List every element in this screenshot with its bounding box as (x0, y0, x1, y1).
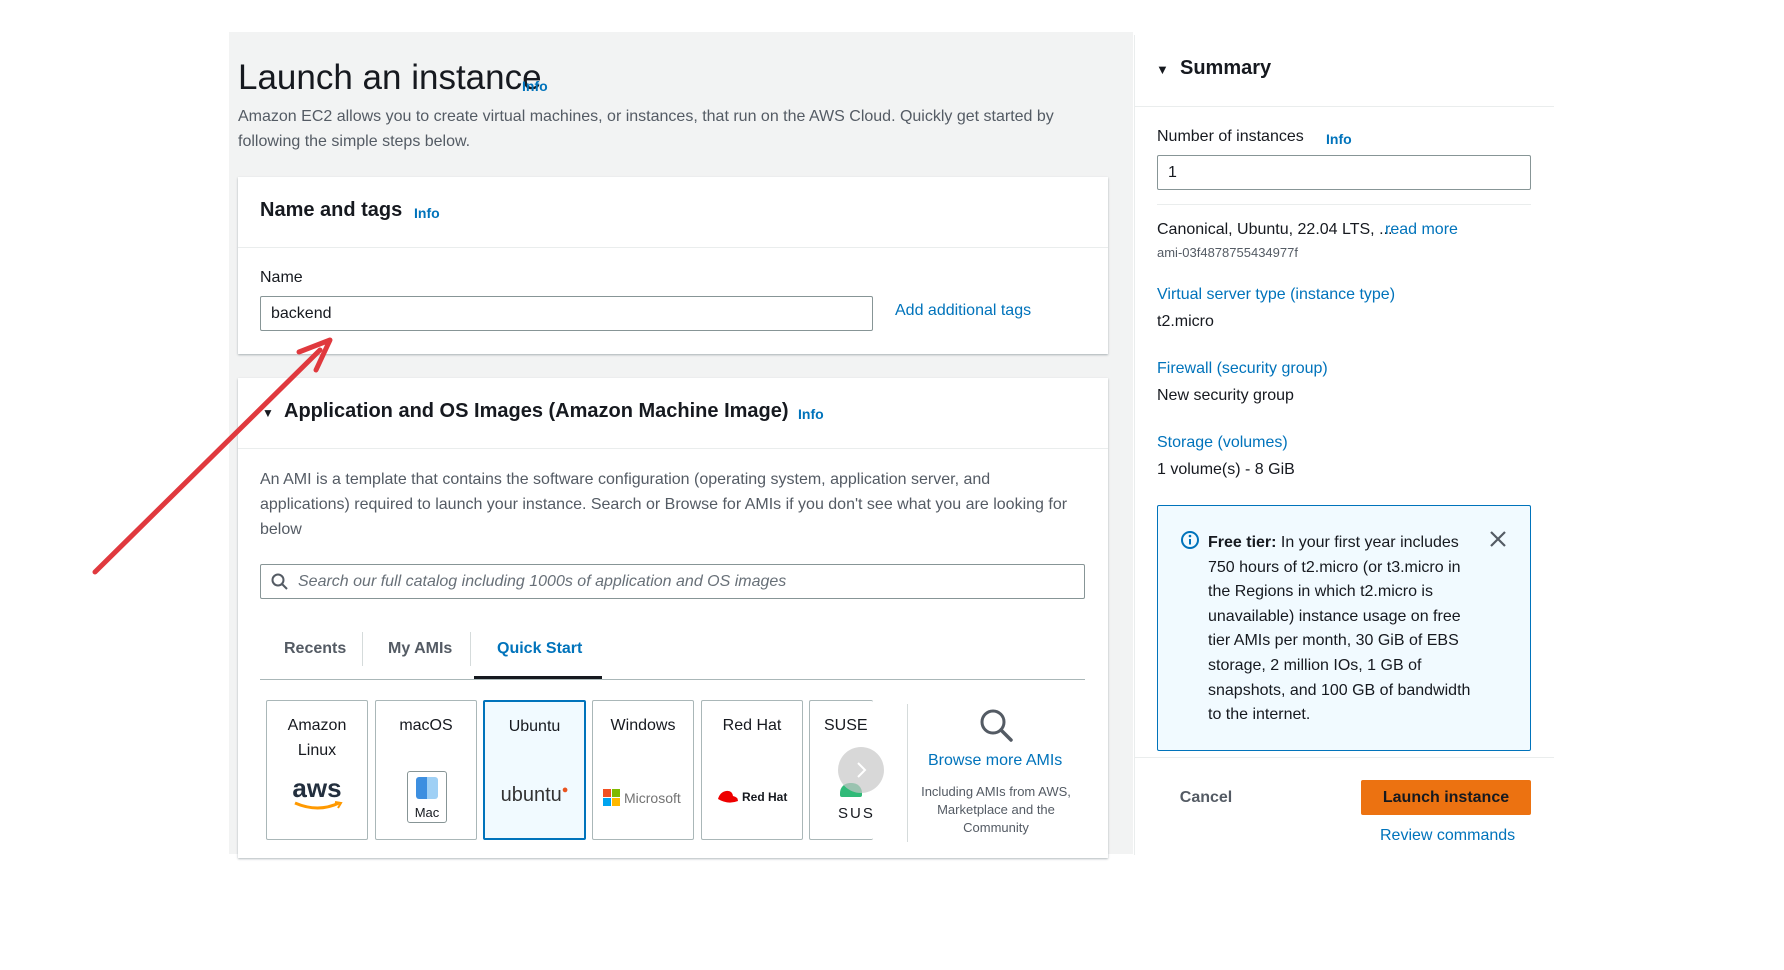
tab-divider (470, 632, 471, 666)
name-and-tags-info-link[interactable]: Info (414, 205, 440, 221)
aws-smile-icon (294, 801, 343, 810)
info-circle-icon (1181, 531, 1199, 549)
ubuntu-logo-text: ubuntu (500, 784, 562, 806)
ami-card-red-hat[interactable]: Red Hat Red Hat (701, 700, 803, 840)
page-title: Launch an instance (238, 58, 542, 97)
instance-type-link[interactable]: Virtual server type (instance type) (1157, 286, 1395, 304)
free-tier-body: In your first year includes 750 hours of… (1208, 534, 1471, 724)
cancel-button[interactable]: Cancel (1170, 780, 1242, 815)
ami-description: An AMI is a template that contains the s… (260, 471, 1068, 538)
ami-card-amazon-linux[interactable]: Amazon Linux aws (266, 700, 368, 840)
ubuntu-logo-icon: ubuntu● (485, 784, 584, 807)
ami-info-link[interactable]: Info (798, 406, 824, 422)
tab-my-amis[interactable]: My AMIs (388, 640, 452, 658)
ami-search-input[interactable]: Search our full catalog including 1000s … (260, 564, 1085, 599)
tab-divider (362, 632, 363, 666)
firewall-value: New security group (1157, 387, 1294, 404)
number-of-instances-input[interactable]: 1 (1157, 155, 1531, 190)
ami-search-placeholder: Search our full catalog including 1000s … (298, 572, 787, 590)
read-more-link[interactable]: read more (1385, 221, 1458, 239)
ami-card-label: Amazon Linux (287, 717, 347, 759)
name-and-tags-title: Name and tags (260, 199, 403, 221)
mac-finder-icon: Mac (407, 771, 447, 823)
ami-card-label: SUSE Li (824, 717, 873, 734)
storage-value: 1 volume(s) - 8 GiB (1157, 461, 1295, 478)
microsoft-logo-icon: Microsoft (603, 789, 681, 806)
free-tier-message: Free tier: In your first year includes 7… (1208, 531, 1478, 728)
browse-divider (907, 704, 908, 842)
ami-card-label: macOS (399, 717, 453, 734)
name-label: Name (260, 269, 303, 286)
number-of-instances-info-link[interactable]: Info (1326, 131, 1352, 147)
summary-footer-divider (1135, 757, 1554, 758)
redhat-logo-text: Red Hat (742, 790, 788, 804)
search-icon (271, 573, 288, 590)
storage-link[interactable]: Storage (volumes) (1157, 434, 1288, 452)
number-of-instances-value: 1 (1168, 163, 1177, 181)
summary-collapse-caret-icon[interactable]: ▼ (1156, 62, 1169, 77)
chevron-right-icon (857, 762, 867, 778)
tab-recents[interactable]: Recents (284, 640, 346, 658)
finder-face-icon (416, 777, 438, 799)
ami-card-label: Red Hat (722, 717, 782, 734)
carousel-next-button[interactable] (838, 747, 884, 793)
ubuntu-circle-icon: ● (561, 784, 569, 796)
browse-more-amis-link[interactable]: Browse more AMIs (928, 752, 1062, 770)
free-tier-bold: Free tier: (1208, 534, 1277, 551)
firewall-link[interactable]: Firewall (security group) (1157, 360, 1328, 378)
page-info-link[interactable]: Info (522, 78, 548, 94)
name-input-value: backend (271, 304, 332, 322)
summary-title: Summary (1180, 57, 1272, 79)
tab-quick-start[interactable]: Quick Start (497, 640, 582, 658)
close-icon[interactable] (1489, 530, 1507, 548)
free-tier-alert: Free tier: In your first year includes 7… (1157, 505, 1531, 751)
name-and-tags-header: Name and tags Info (238, 177, 1108, 248)
redhat-logo-icon: Red Hat (716, 789, 787, 805)
ami-card-label: Ubuntu (508, 718, 561, 735)
ami-card-label: Windows (610, 717, 676, 734)
ami-card-ubuntu[interactable]: Ubuntu ubuntu● (483, 700, 586, 840)
name-and-tags-panel: Name and tags Info Name backend Add addi… (238, 177, 1108, 354)
mac-logo-text: Mac (414, 805, 440, 820)
redhat-hat-icon (718, 790, 738, 803)
aws-logo-icon: aws (292, 773, 342, 803)
ami-summary-text: Canonical, Ubuntu, 22.04 LTS, ... (1157, 221, 1393, 238)
page-description: Amazon EC2 allows you to create virtual … (238, 108, 1054, 150)
browse-more-subtext: Including AMIs from AWS, Marketplace and… (921, 784, 1071, 835)
instance-type-value: t2.micro (1157, 313, 1214, 330)
summary-divider (1157, 204, 1531, 205)
number-of-instances-label: Number of instances (1157, 128, 1304, 145)
tabs-baseline (260, 679, 1085, 680)
ami-header: ▼ Application and OS Images (Amazon Mach… (238, 378, 1108, 449)
ami-card-windows[interactable]: Windows Microsoft (592, 700, 694, 840)
launch-instance-button[interactable]: Launch instance (1361, 780, 1531, 815)
expand-caret-icon[interactable]: ▼ (262, 406, 274, 420)
suse-logo-text: SUS (838, 805, 873, 822)
microsoft-logo-text: Microsoft (624, 789, 681, 806)
ami-id: ami-03f4878755434977f (1157, 245, 1298, 260)
ami-card-macos[interactable]: macOS Mac (375, 700, 477, 840)
ami-title: Application and OS Images (Amazon Machin… (284, 400, 789, 422)
browse-search-icon (980, 709, 1013, 742)
review-commands-link[interactable]: Review commands (1380, 827, 1515, 845)
name-input[interactable]: backend (260, 296, 873, 331)
add-additional-tags-link[interactable]: Add additional tags (895, 302, 1031, 320)
